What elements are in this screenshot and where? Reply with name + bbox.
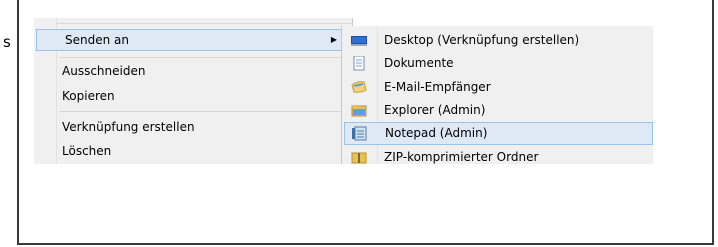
menu-separator — [59, 57, 348, 58]
submenu-arrow-icon: ▶ — [330, 35, 337, 44]
context-menu: Senden an ▶ Ausschneiden Kopieren Verknü… — [34, 18, 353, 164]
zip-folder-icon — [351, 150, 367, 164]
menu-item-create-shortcut[interactable]: Verknüpfung erstellen — [34, 116, 352, 138]
menu-item-label: Kopieren — [62, 89, 115, 103]
menu-item-send-to[interactable]: Senden an ▶ — [36, 29, 350, 51]
submenu-item-notepad[interactable]: Notepad (Admin) — [344, 122, 653, 145]
menu-item-label: Senden an — [65, 33, 129, 47]
desktop-icon — [351, 33, 367, 48]
submenu-item-label: Notepad (Admin) — [385, 126, 488, 140]
submenu-item-documents[interactable]: Dokumente — [342, 52, 653, 75]
menu-item-copy[interactable]: Kopieren — [34, 85, 352, 107]
cropped-text: s — [3, 33, 11, 51]
menu-item-label: Ausschneiden — [62, 64, 146, 78]
explorer-icon — [351, 103, 367, 118]
submenu-item-label: E-Mail-Empfänger — [384, 80, 491, 94]
documents-icon — [351, 55, 367, 71]
submenu-item-explorer[interactable]: Explorer (Admin) — [342, 99, 653, 122]
submenu-item-label: Desktop (Verknüpfung erstellen) — [384, 33, 580, 47]
submenu-item-label: Dokumente — [384, 56, 454, 70]
submenu-item-label: ZIP-komprimierter Ordner — [384, 150, 539, 164]
submenu-item-desktop[interactable]: Desktop (Verknüpfung erstellen) — [342, 29, 653, 52]
menu-separator — [56, 23, 352, 24]
submenu-item-mail-recipient[interactable]: E-Mail-Empfänger — [342, 76, 653, 99]
mail-recipient-icon — [351, 80, 367, 95]
send-to-submenu: Desktop (Verknüpfung erstellen) Dokument… — [341, 26, 653, 164]
submenu-item-label: Explorer (Admin) — [384, 103, 486, 117]
menu-item-label: Löschen — [62, 144, 112, 158]
submenu-item-zip-folder[interactable]: ZIP-komprimierter Ordner — [342, 146, 653, 164]
menu-separator — [59, 111, 348, 112]
menu-item-delete[interactable]: Löschen — [34, 140, 352, 162]
menu-item-label: Verknüpfung erstellen — [62, 120, 195, 134]
notepad-icon — [352, 126, 368, 141]
menu-item-cut[interactable]: Ausschneiden — [34, 60, 352, 82]
